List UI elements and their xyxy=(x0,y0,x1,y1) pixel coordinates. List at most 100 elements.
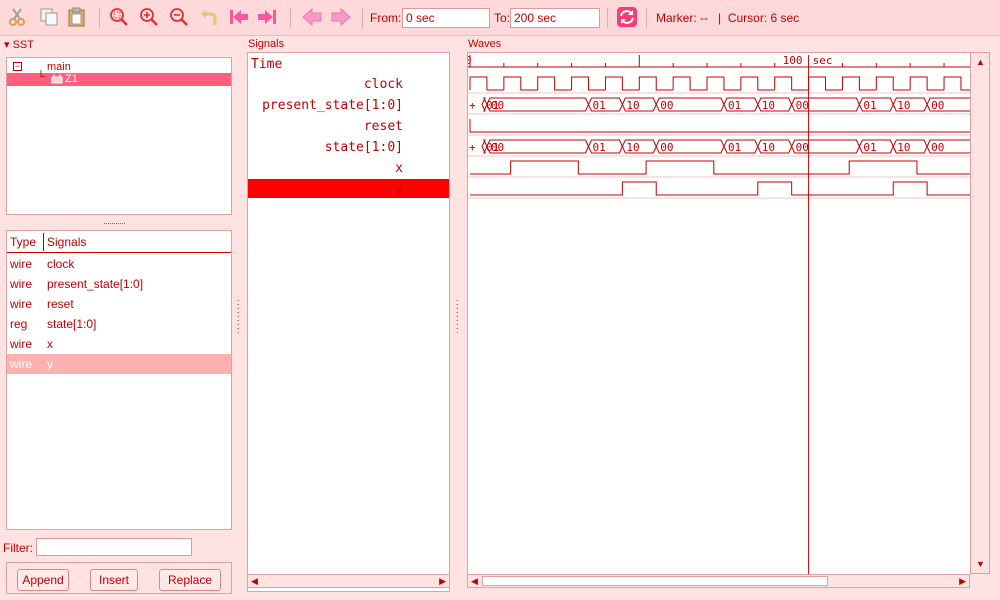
signals-pane: Time clock present_state[1:0] reset stat… xyxy=(247,52,450,592)
wave-present-state-value: 00 xyxy=(660,99,673,112)
time-label: Time xyxy=(251,57,283,72)
wave-state-value: 01 xyxy=(728,141,741,154)
scroll-down-icon[interactable]: ▼ xyxy=(976,559,985,569)
sst-tree: − main └ Z1 xyxy=(6,57,232,215)
waves-vscroll[interactable]: ▲ ▼ xyxy=(970,52,990,574)
wave-present-state-value: 00 xyxy=(931,99,944,112)
status-readout: Marker: -- | Cursor: 6 sec xyxy=(656,11,799,25)
collapse-triangle-icon[interactable]: ▾ xyxy=(4,39,10,51)
tree-node-z1[interactable]: └ Z1 xyxy=(7,71,231,86)
signal-name[interactable]: reset xyxy=(364,119,403,134)
waves-hscroll[interactable]: ◀ ▶ xyxy=(467,574,970,588)
signals-title: Signals xyxy=(248,38,285,50)
from-input[interactable] xyxy=(402,8,490,28)
pane-splitter-handle[interactable]: :::::::: xyxy=(456,298,459,335)
cursor-readout: Cursor: 6 sec xyxy=(727,11,800,25)
signal-name[interactable]: clock xyxy=(364,77,403,92)
wave-state-value: 00 xyxy=(660,141,673,154)
table-row[interactable]: wire x xyxy=(7,334,231,354)
signal-name[interactable]: x xyxy=(395,161,403,176)
filter-input[interactable] xyxy=(36,538,192,556)
module-icon xyxy=(51,74,63,84)
scroll-left-icon[interactable]: ◀ xyxy=(471,576,478,587)
wave-present-state-value: 01 xyxy=(728,99,741,112)
toolbar-separator xyxy=(646,8,647,28)
wave-state-value: 01 xyxy=(863,141,876,154)
wave-present-state-value: 01 xyxy=(863,99,876,112)
wave-state-value: 01 xyxy=(593,141,606,154)
wave-present-state-value: 10 xyxy=(626,99,639,112)
wave-state-prefix: + xyxy=(469,141,476,154)
wave-x xyxy=(470,160,971,175)
scroll-up-icon[interactable]: ▲ xyxy=(976,57,985,67)
table-header: Type Signals xyxy=(7,231,231,253)
toolbar-separator xyxy=(99,8,100,28)
pane-splitter-handle[interactable]: :::::::: xyxy=(237,298,240,335)
to-label: To: xyxy=(494,11,511,25)
from-label: From: xyxy=(370,11,402,25)
next-icon[interactable] xyxy=(330,6,352,28)
wave-present-state-value: 00 xyxy=(796,99,809,112)
scroll-right-icon[interactable]: ▶ xyxy=(439,576,446,587)
insert-button[interactable]: Insert xyxy=(90,569,138,591)
undo-icon[interactable] xyxy=(198,6,220,28)
scroll-thumb[interactable] xyxy=(482,576,828,586)
signals-hscroll[interactable]: ◀ ▶ xyxy=(247,574,450,588)
wave-present-state-prefix: + xyxy=(469,99,476,112)
wave-y xyxy=(470,181,971,196)
wave-state-value: 10 xyxy=(626,141,639,154)
column-divider[interactable] xyxy=(43,233,44,251)
column-header-type[interactable]: Type xyxy=(10,235,36,249)
to-input[interactable] xyxy=(510,8,600,28)
toolbar-separator xyxy=(290,8,291,28)
toolbar-separator xyxy=(607,8,608,28)
wave-present-state-value: 10 xyxy=(897,99,910,112)
replace-button[interactable]: Replace xyxy=(159,569,221,591)
paste-icon[interactable] xyxy=(66,6,88,28)
zoom-out-icon[interactable] xyxy=(168,6,190,28)
wave-present-state-value: 01 xyxy=(593,99,606,112)
tree-branch-icon: └ xyxy=(37,71,45,83)
wave-state-value: 00 xyxy=(491,141,504,154)
column-header-signals[interactable]: Signals xyxy=(47,235,86,249)
sst-title[interactable]: ▾ SST xyxy=(4,38,34,51)
ruler-label: 100 xyxy=(783,54,803,67)
expander-icon[interactable]: − xyxy=(13,62,22,71)
waves-pane[interactable]: 0 100 sec +01 00 01 10 00 01 10 00 01 10 00 +01 00 01 10 0… xyxy=(465,52,979,575)
wave-clock xyxy=(469,76,978,91)
signal-name-selected[interactable]: y xyxy=(395,182,403,197)
pane-splitter-handle[interactable]: ··········· xyxy=(103,218,126,228)
first-icon[interactable] xyxy=(228,6,250,28)
zoom-in-icon[interactable] xyxy=(138,6,160,28)
signal-highlight xyxy=(248,179,449,198)
table-row[interactable]: wire present_state[1:0] xyxy=(7,274,231,294)
scroll-left-icon[interactable]: ◀ xyxy=(251,576,258,587)
signal-name[interactable]: present_state[1:0] xyxy=(262,98,403,113)
reload-icon[interactable] xyxy=(616,6,638,28)
append-button[interactable]: Append xyxy=(17,569,69,591)
cut-icon[interactable] xyxy=(6,6,28,28)
waves-title: Waves xyxy=(468,38,502,50)
signal-name[interactable]: state[1:0] xyxy=(325,140,403,155)
wave-state-value: 10 xyxy=(762,141,775,154)
wave-state-value: 00 xyxy=(931,141,944,154)
table-row[interactable]: wire clock xyxy=(7,254,231,274)
copy-icon[interactable] xyxy=(38,6,60,28)
wave-state-value: 10 xyxy=(897,141,910,154)
status-separator: | xyxy=(718,11,722,25)
wave-reset xyxy=(469,119,971,133)
wave-present-state-value: 10 xyxy=(762,99,775,112)
table-row[interactable]: reg state[1:0] xyxy=(7,314,231,334)
toolbar-separator xyxy=(362,8,363,28)
scroll-right-icon[interactable]: ▶ xyxy=(959,576,966,587)
filter-label: Filter: xyxy=(3,541,33,555)
ruler-label: 0 xyxy=(468,54,472,67)
prev-icon[interactable] xyxy=(301,6,323,28)
wave-present-state-value: 00 xyxy=(491,99,504,112)
zoom-fit-icon[interactable] xyxy=(108,6,130,28)
table-row-selected[interactable]: wire y xyxy=(7,354,231,374)
waveform-canvas[interactable]: 0 100 sec+ 0100 01 10 00 01 10 00 01 10 00+ 0100 01 10 0… xyxy=(465,53,979,575)
table-row[interactable]: wire reset xyxy=(7,294,231,314)
signals-table: Type Signals wire clock wire present_sta… xyxy=(6,230,232,530)
last-icon[interactable] xyxy=(256,6,278,28)
